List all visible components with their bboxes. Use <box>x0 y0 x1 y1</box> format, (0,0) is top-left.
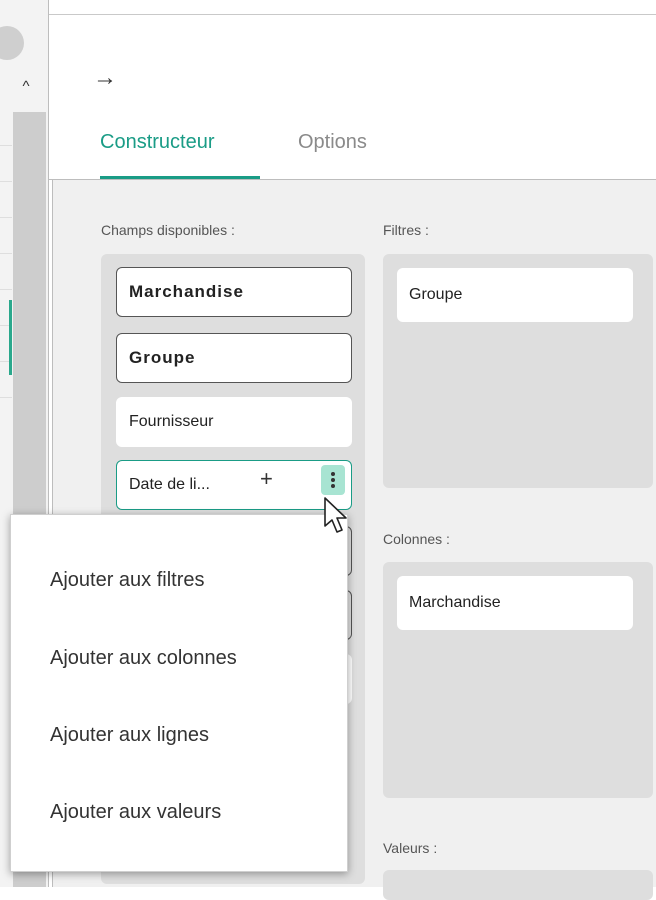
menu-item-add-to-values[interactable]: Ajouter aux valeurs <box>11 787 347 837</box>
add-field-icon[interactable]: + <box>260 468 273 490</box>
scroll-up-icon[interactable]: ^ <box>18 78 34 96</box>
menu-item-add-to-columns[interactable]: Ajouter aux colonnes <box>11 633 347 683</box>
tab-options[interactable]: Options <box>298 128 367 156</box>
menu-item-add-to-filters[interactable]: Ajouter aux filtres <box>11 555 347 605</box>
tab-constructeur[interactable]: Constructeur <box>100 128 215 156</box>
column-item-label: Marchandise <box>409 594 501 611</box>
menu-item-add-to-rows[interactable]: Ajouter aux lignes <box>11 710 347 760</box>
field-label: Groupe <box>129 348 196 367</box>
filter-item-label: Groupe <box>409 286 463 303</box>
filters-area: Groupe <box>383 254 653 488</box>
field-groupe[interactable]: Groupe <box>116 333 352 383</box>
columns-label: Colonnes : <box>383 531 450 547</box>
column-item-marchandise[interactable]: Marchandise <box>397 576 633 630</box>
mouse-cursor-icon <box>324 497 347 533</box>
more-options-icon[interactable] <box>321 465 345 495</box>
collapse-arrow-icon[interactable]: → <box>93 66 117 90</box>
columns-area: Marchandise <box>383 562 653 798</box>
field-label: Date de li... <box>129 476 210 493</box>
available-fields-label: Champs disponibles : <box>101 222 235 238</box>
selection-indicator <box>9 300 12 375</box>
field-label: Fournisseur <box>129 413 214 430</box>
field-fournisseur[interactable]: Fournisseur <box>116 397 352 447</box>
values-label: Valeurs : <box>383 840 438 856</box>
field-label: Marchandise <box>129 282 244 301</box>
panel-top-border <box>49 14 656 15</box>
field-date-livraison[interactable]: Date de li... + <box>116 460 352 510</box>
select-all-corner[interactable] <box>0 26 24 60</box>
filter-item-groupe[interactable]: Groupe <box>397 268 633 322</box>
values-area <box>383 870 653 900</box>
field-context-menu: Ajouter aux filtres Ajouter aux colonnes… <box>10 514 348 872</box>
field-marchandise[interactable]: Marchandise <box>116 267 352 317</box>
filters-label: Filtres : <box>383 222 429 238</box>
